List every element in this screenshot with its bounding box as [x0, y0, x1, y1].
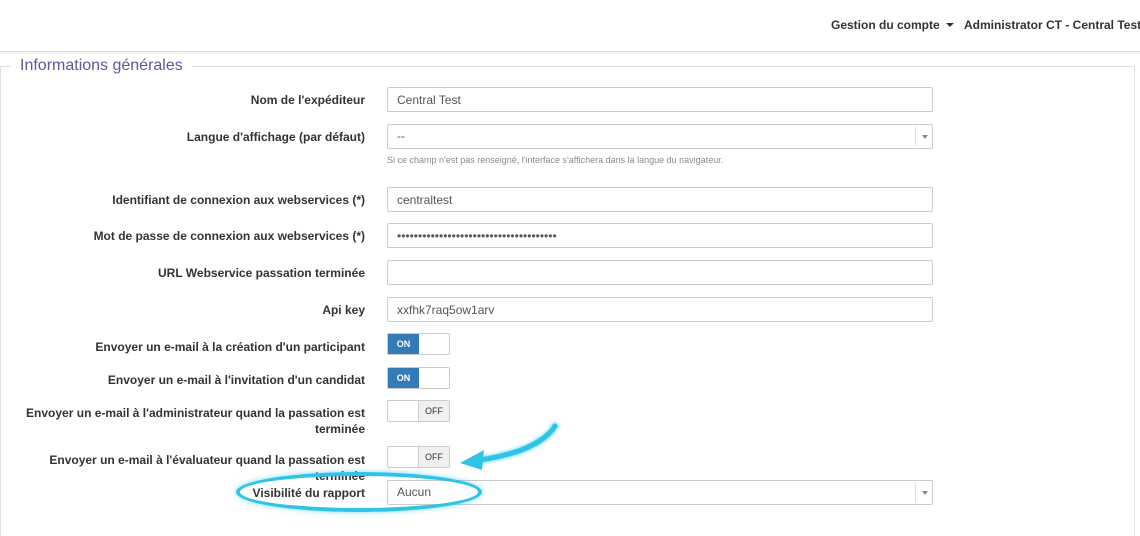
top-navbar: Gestion du compte Administrator CT - Cen…	[0, 0, 1140, 52]
user-menu[interactable]: Administrator CT - Central Test	[964, 18, 1140, 32]
chevron-down-icon	[922, 491, 928, 495]
ws-url-input[interactable]	[387, 260, 933, 285]
annotation-arrow-icon	[460, 422, 559, 470]
language-help-text: Si ce champ n'est pas renseigné, l'inter…	[387, 155, 724, 165]
toggle-off-label: OFF	[418, 447, 449, 467]
account-menu-label: Gestion du compte	[831, 18, 940, 32]
email-admin-toggle[interactable]: OFF	[387, 400, 450, 422]
email-candidate-toggle[interactable]: ON	[387, 367, 450, 389]
ws-password-label: Mot de passe de connexion aux webservice…	[93, 229, 365, 243]
ws-login-input[interactable]	[387, 187, 933, 212]
account-menu[interactable]: Gestion du compte	[831, 18, 954, 32]
ws-password-input[interactable]	[387, 223, 933, 248]
ws-login-label: Identifiant de connexion aux webservices…	[112, 193, 365, 207]
email-evaluator-toggle[interactable]: OFF	[387, 446, 450, 468]
user-menu-label: Administrator CT - Central Test	[964, 18, 1140, 32]
language-select[interactable]: --	[387, 124, 933, 149]
section-legend: Informations générales	[11, 57, 192, 75]
toggle-off-label: OFF	[418, 401, 449, 421]
email-admin-label: Envoyer un e-mail à l'administrateur qua…	[26, 406, 365, 436]
select-separator	[915, 127, 916, 146]
api-key-input[interactable]	[387, 297, 933, 322]
chevron-down-icon	[922, 135, 928, 139]
email-participant-toggle[interactable]: ON	[387, 333, 450, 355]
highlight-ellipse	[236, 472, 482, 512]
email-participant-label: Envoyer un e-mail à la création d'un par…	[95, 340, 365, 354]
language-select-value: --	[397, 129, 405, 143]
sender-name-input[interactable]	[387, 87, 933, 112]
email-candidate-label: Envoyer un e-mail à l'invitation d'un ca…	[107, 373, 365, 387]
toggle-on-label: ON	[388, 368, 419, 388]
api-key-label: Api key	[322, 303, 365, 317]
sender-name-label: Nom de l'expéditeur	[250, 93, 365, 107]
caret-down-icon	[945, 23, 954, 27]
language-label: Langue d'affichage (par défaut)	[186, 130, 365, 144]
select-separator	[915, 483, 916, 502]
toggle-on-label: ON	[388, 334, 419, 354]
ws-url-label: URL Webservice passation terminée	[158, 266, 365, 280]
